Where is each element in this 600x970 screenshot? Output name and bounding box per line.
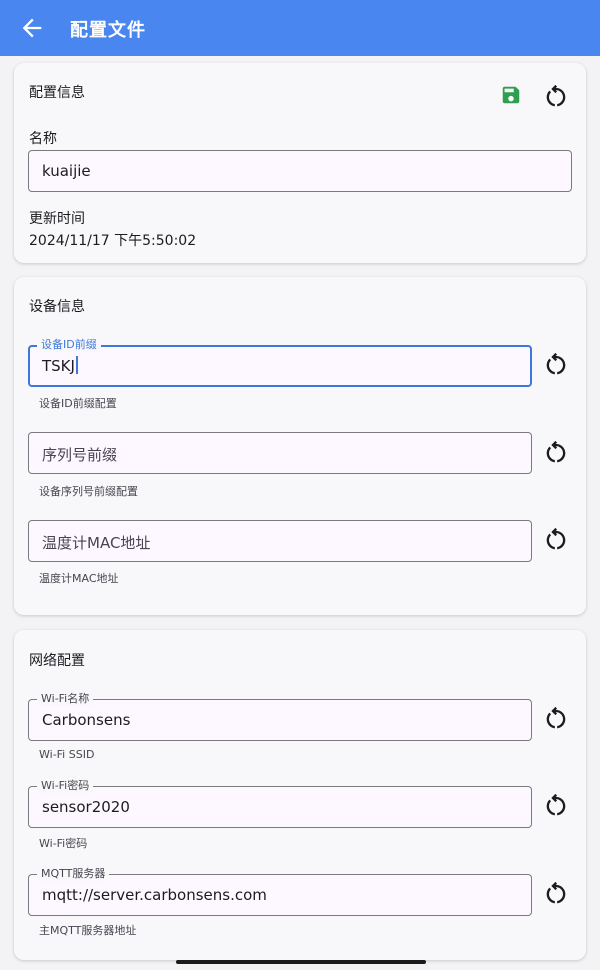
device-info-card: 设备信息 设备ID前缀 TSKJ 设备ID前缀配置 序列号前缀 设备序列号前缀配… — [14, 277, 586, 615]
mqtt-server-input[interactable]: MQTT服务器 mqtt://server.carbonsens.com — [28, 867, 532, 916]
device-card-title: 设备信息 — [29, 299, 85, 315]
wifi-password-input[interactable]: Wi-Fi密码 sensor2020 — [28, 779, 532, 828]
serial-prefix-helper: 设备序列号前缀配置 — [39, 485, 138, 498]
wifi-ssid-label: Wi-Fi名称 — [37, 692, 94, 706]
back-button[interactable] — [18, 14, 46, 42]
wifi-password-reset-button[interactable] — [542, 791, 570, 819]
thermometer-mac-helper: 温度计MAC地址 — [39, 572, 119, 585]
wifi-password-label: Wi-Fi密码 — [37, 779, 94, 793]
serial-prefix-placeholder: 序列号前缀 — [42, 446, 118, 464]
thermometer-mac-input[interactable]: 温度计MAC地址 — [28, 520, 532, 562]
restore-icon — [546, 352, 566, 375]
mqtt-server-label: MQTT服务器 — [37, 867, 110, 881]
wifi-ssid-helper: Wi-Fi SSID — [39, 748, 95, 761]
network-config-card: 网络配置 Wi-Fi名称 Carbonsens Wi-Fi SSID Wi-Fi… — [14, 630, 586, 960]
mqtt-server-helper: 主MQTT服务器地址 — [39, 924, 137, 937]
floppy-disk-icon — [502, 86, 520, 104]
serial-prefix-input[interactable]: 序列号前缀 — [28, 432, 532, 474]
app-bar: 配置文件 — [0, 0, 600, 56]
text-caret — [75, 356, 78, 374]
reset-all-button[interactable] — [542, 82, 570, 110]
device-id-prefix-label: 设备ID前缀 — [37, 338, 101, 352]
device-id-prefix-value: TSKJ — [42, 357, 75, 375]
updated-time-value: 2024/11/17 下午5:50:02 — [29, 233, 197, 249]
config-info-card: 配置信息 名称 kuaijie 更新时间 2024/11/17 下午5:50:0… — [14, 63, 586, 263]
updated-time-label: 更新时间 — [29, 211, 85, 227]
wifi-password-helper: Wi-Fi密码 — [39, 837, 88, 850]
mqtt-server-value: mqtt://server.carbonsens.com — [42, 886, 267, 904]
restore-icon — [546, 881, 566, 904]
wifi-password-value: sensor2020 — [42, 798, 130, 816]
wifi-ssid-input[interactable]: Wi-Fi名称 Carbonsens — [28, 692, 532, 741]
wifi-ssid-value: Carbonsens — [42, 711, 131, 729]
network-card-title: 网络配置 — [29, 653, 85, 669]
wifi-ssid-reset-button[interactable] — [542, 704, 570, 732]
device-id-prefix-input[interactable]: 设备ID前缀 TSKJ — [28, 338, 532, 387]
name-label: 名称 — [29, 131, 57, 147]
device-id-prefix-helper: 设备ID前缀配置 — [39, 397, 117, 410]
restore-icon — [546, 793, 566, 816]
thermometer-mac-reset-button[interactable] — [542, 525, 570, 553]
gesture-nav-bar[interactable] — [176, 960, 426, 964]
restore-icon — [546, 706, 566, 729]
serial-prefix-reset-button[interactable] — [542, 438, 570, 466]
mqtt-server-reset-button[interactable] — [542, 879, 570, 907]
arrow-left-icon — [22, 18, 42, 38]
name-input[interactable]: kuaijie — [28, 150, 572, 192]
restore-icon — [546, 84, 566, 107]
page-title: 配置文件 — [70, 20, 146, 41]
device-id-prefix-reset-button[interactable] — [542, 350, 570, 378]
save-button[interactable] — [500, 84, 522, 106]
restore-icon — [546, 527, 566, 550]
config-card-title: 配置信息 — [29, 85, 85, 101]
name-input-value: kuaijie — [42, 162, 91, 180]
thermometer-mac-placeholder: 温度计MAC地址 — [42, 534, 151, 552]
restore-icon — [546, 440, 566, 463]
